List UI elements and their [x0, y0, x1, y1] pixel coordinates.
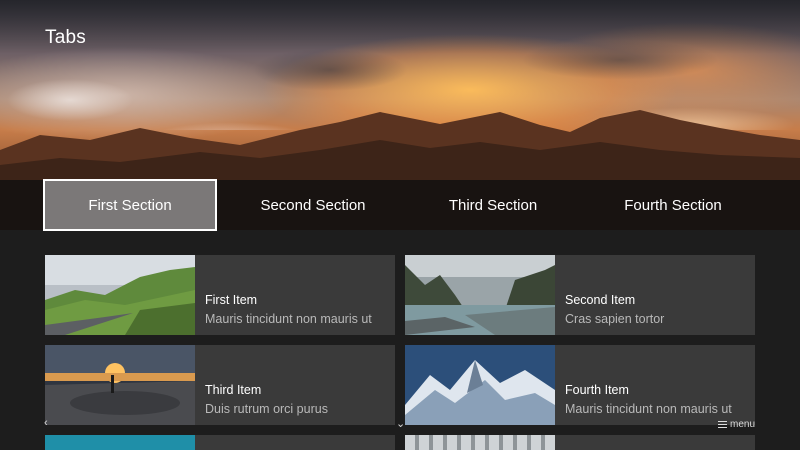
tab-second-section[interactable]: Second Section — [223, 180, 403, 230]
item-thumbnail — [45, 345, 195, 425]
list-item-third[interactable]: Third Item Duis rutrum orci purus — [45, 345, 395, 425]
list-item-partial[interactable] — [45, 435, 395, 450]
tab-first-section[interactable]: First Section — [43, 179, 217, 231]
item-thumbnail — [405, 345, 555, 425]
item-thumbnail — [45, 435, 195, 450]
tab-bar: First Section Second Section Third Secti… — [0, 179, 800, 231]
item-title: Second Item — [565, 293, 636, 307]
item-thumbnail — [45, 255, 195, 335]
item-subtitle: Cras sapien tortor — [565, 312, 665, 326]
mountain-silhouette — [0, 110, 800, 180]
list-item-partial[interactable] — [405, 435, 755, 450]
menu-icon — [717, 421, 727, 428]
item-subtitle: Mauris tincidunt non mauris ut — [565, 402, 732, 416]
list-item-fourth[interactable]: Fourth Item Mauris tincidunt non mauris … — [405, 345, 755, 425]
tab-fourth-section[interactable]: Fourth Section — [583, 180, 763, 230]
page-title: Tabs — [45, 27, 86, 48]
item-title: First Item — [205, 293, 258, 307]
hero-image: Tabs — [0, 0, 800, 180]
item-thumbnail — [405, 435, 555, 450]
scroll-down-icon: ⌄ — [396, 418, 406, 430]
item-title: Third Item — [205, 383, 262, 397]
menu-label: menu — [729, 419, 755, 430]
menu-hint[interactable]: menu — [717, 419, 755, 430]
item-title: Fourth Item — [565, 383, 629, 397]
item-subtitle: Mauris tincidunt non mauris ut — [205, 312, 372, 326]
list-item-first[interactable]: First Item Mauris tincidunt non mauris u… — [45, 255, 395, 335]
scroll-left-icon: ‹ — [44, 417, 48, 429]
item-thumbnail — [405, 255, 555, 335]
tab-third-section[interactable]: Third Section — [403, 180, 583, 230]
list-item-second[interactable]: Second Item Cras sapien tortor — [405, 255, 755, 335]
item-subtitle: Duis rutrum orci purus — [205, 402, 328, 416]
